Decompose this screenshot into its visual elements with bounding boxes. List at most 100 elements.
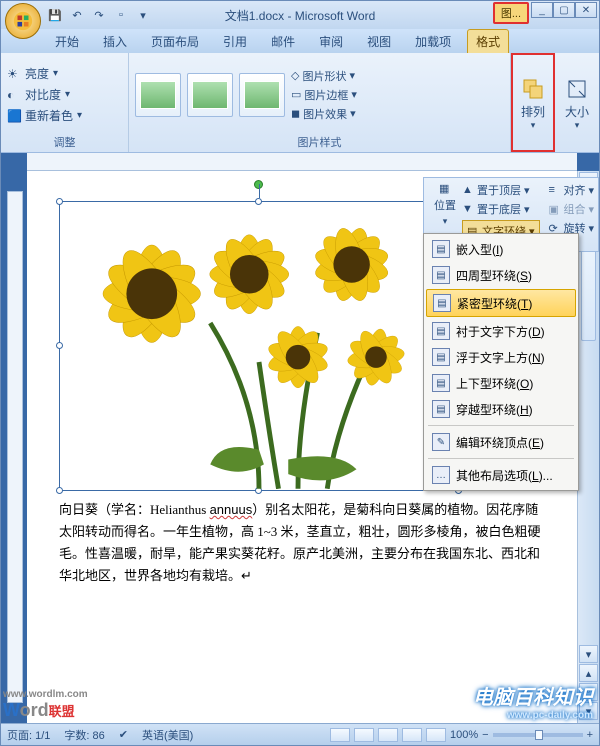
wrap-topbottom-icon: ▤ <box>432 374 450 392</box>
wrap-square[interactable]: ▤四周型环绕(S) <box>426 262 576 288</box>
status-words[interactable]: 字数: 86 <box>64 727 104 743</box>
view-fullscreen[interactable] <box>354 728 374 742</box>
document-text[interactable]: 向日葵（学名：Helianthus annuus）别名太阳花，是菊科向日葵属的植… <box>59 499 547 587</box>
tab-references[interactable]: 引用 <box>215 30 255 53</box>
wrap-edit-points[interactable]: ✎编辑环绕顶点(E) <box>426 429 576 455</box>
zoom-slider[interactable] <box>493 733 583 737</box>
new-icon[interactable]: ▫ <box>113 7 129 23</box>
resize-handle-ml[interactable] <box>56 342 63 349</box>
tab-format[interactable]: 格式 <box>467 29 509 53</box>
recolor-button[interactable]: 🟦重新着色▾ <box>7 107 82 124</box>
zoom-knob[interactable] <box>535 730 543 740</box>
send-back-button[interactable]: ▼置于底层 ▾ <box>462 201 530 217</box>
maximize-button[interactable]: ▢ <box>553 2 575 18</box>
tab-insert[interactable]: 插入 <box>95 30 135 53</box>
align-icon: ≡ <box>548 184 560 196</box>
tab-layout[interactable]: 页面布局 <box>143 30 207 53</box>
selected-image-frame[interactable] <box>59 201 459 491</box>
group-picture-styles: ◇图片形状 ▾ ▭图片边框 ▾ ◼图片效果 ▾ 图片样式 <box>129 53 511 152</box>
vertical-scrollbar[interactable]: ▴ ▾ ▴ ◦ ▾ <box>577 171 599 723</box>
wrap-front-icon: ▤ <box>432 348 450 366</box>
wrap-more-icon: … <box>432 466 450 484</box>
flower-2 <box>208 233 290 315</box>
brightness-icon: ☀ <box>7 67 21 81</box>
recolor-icon: 🟦 <box>7 109 21 123</box>
undo-icon[interactable]: ↶ <box>69 7 85 23</box>
arrange-button[interactable]: 排列▾ <box>519 73 547 135</box>
resize-handle-tm[interactable] <box>255 198 262 205</box>
tab-mail[interactable]: 邮件 <box>263 30 303 53</box>
spellcheck-underline: annuus <box>210 502 253 517</box>
size-button[interactable]: 大小▾ <box>561 73 593 135</box>
view-outline[interactable] <box>402 728 422 742</box>
scroll-down-button[interactable]: ▾ <box>579 645 598 663</box>
vertical-ruler-gutter <box>1 171 27 723</box>
vertical-ruler[interactable] <box>7 191 23 703</box>
size-icon <box>565 77 589 101</box>
picture-tools-chip[interactable]: 图... <box>493 2 529 24</box>
resize-handle-bl[interactable] <box>56 487 63 494</box>
tab-review[interactable]: 审阅 <box>311 30 351 53</box>
wrap-through[interactable]: ▤穿越型环绕(H) <box>426 396 576 422</box>
style-thumb-3[interactable] <box>239 73 285 117</box>
position-button[interactable]: 位置 <box>434 197 456 213</box>
wrap-behind[interactable]: ▤衬于文字下方(D) <box>426 318 576 344</box>
picture-effects-button[interactable]: ◼图片效果 ▾ <box>291 106 357 122</box>
tab-addins[interactable]: 加载项 <box>407 30 459 53</box>
group-picstyle-label: 图片样式 <box>135 132 504 150</box>
status-proof-icon[interactable]: ✔ <box>119 728 128 741</box>
zoom-level[interactable]: 100% <box>450 729 478 741</box>
horizontal-ruler[interactable] <box>27 153 577 171</box>
wrap-inline-icon: ▤ <box>432 240 450 258</box>
contrast-button[interactable]: ◐对比度▾ <box>7 86 82 103</box>
wrap-tight[interactable]: ▤紧密型环绕(T) <box>426 289 576 317</box>
zoom-in-button[interactable]: + <box>587 729 593 741</box>
status-page[interactable]: 页面: 1/1 <box>7 727 50 743</box>
wrap-topbottom[interactable]: ▤上下型环绕(O) <box>426 370 576 396</box>
close-button[interactable]: ✕ <box>575 2 597 18</box>
prev-page-button[interactable]: ▴ <box>579 664 598 682</box>
flower-5 <box>346 327 406 387</box>
ribbon-tabs: 开始 插入 页面布局 引用 邮件 审阅 视图 加载项 格式 <box>1 29 599 53</box>
group-adjust: ☀亮度▾ ◐对比度▾ 🟦重新着色▾ 调整 <box>1 53 129 152</box>
redo-icon[interactable]: ↷ <box>91 7 107 23</box>
watermark-right: 电脑百科知识 www.pc-daily.com <box>473 681 593 721</box>
status-bar: 页面: 1/1 字数: 86 ✔ 英语(美国) 100% − + <box>1 723 599 745</box>
position-icon: ▦ <box>439 182 451 194</box>
watermark-left: www.wordlm.com WWordord联盟 <box>3 693 88 721</box>
bring-front-button[interactable]: ▲置于顶层 ▾ <box>462 182 530 198</box>
ribbon: ☀亮度▾ ◐对比度▾ 🟦重新着色▾ 调整 ◇图片形状 ▾ ▭图片边框 ▾ ◼图片… <box>1 53 599 153</box>
minimize-button[interactable]: _ <box>531 2 553 18</box>
status-language[interactable]: 英语(美国) <box>142 727 193 743</box>
group-button[interactable]: ▣组合 ▾ <box>548 201 594 217</box>
window-title: 文档1.docx - Microsoft Word <box>225 7 375 24</box>
resize-handle-tl[interactable] <box>56 198 63 205</box>
wrap-more-options[interactable]: …其他布局选项(L)... <box>426 462 576 488</box>
view-draft[interactable] <box>426 728 446 742</box>
wrap-inline[interactable]: ▤嵌入型(I) <box>426 236 576 262</box>
flower-4 <box>265 326 330 389</box>
view-web[interactable] <box>378 728 398 742</box>
brightness-button[interactable]: ☀亮度▾ <box>7 65 82 82</box>
save-icon[interactable]: 💾 <box>47 7 63 23</box>
tab-view[interactable]: 视图 <box>359 30 399 53</box>
wrap-tight-icon: ▤ <box>433 294 451 312</box>
group-adjust-label: 调整 <box>7 132 122 150</box>
wrap-square-icon: ▤ <box>432 266 450 284</box>
view-print-layout[interactable] <box>330 728 350 742</box>
text-wrap-menu: ▤嵌入型(I) ▤四周型环绕(S) ▤紧密型环绕(T) ▤衬于文字下方(D) ▤… <box>423 233 579 491</box>
bring-front-icon: ▲ <box>462 184 474 196</box>
wrap-front[interactable]: ▤浮于文字上方(N) <box>426 344 576 370</box>
group-icon: ▣ <box>548 203 560 215</box>
office-button[interactable] <box>5 3 41 39</box>
style-thumb-1[interactable] <box>135 73 181 117</box>
style-gallery[interactable] <box>135 73 285 117</box>
zoom-out-button[interactable]: − <box>482 729 488 741</box>
border-icon: ▭ <box>291 88 301 101</box>
style-thumb-2[interactable] <box>187 73 233 117</box>
picture-border-button[interactable]: ▭图片边框 ▾ <box>291 87 357 103</box>
picture-shape-button[interactable]: ◇图片形状 ▾ <box>291 68 357 84</box>
qat-dropdown-icon[interactable]: ▾ <box>135 7 151 23</box>
align-button[interactable]: ≡对齐 ▾ <box>548 182 594 198</box>
tab-home[interactable]: 开始 <box>47 30 87 53</box>
